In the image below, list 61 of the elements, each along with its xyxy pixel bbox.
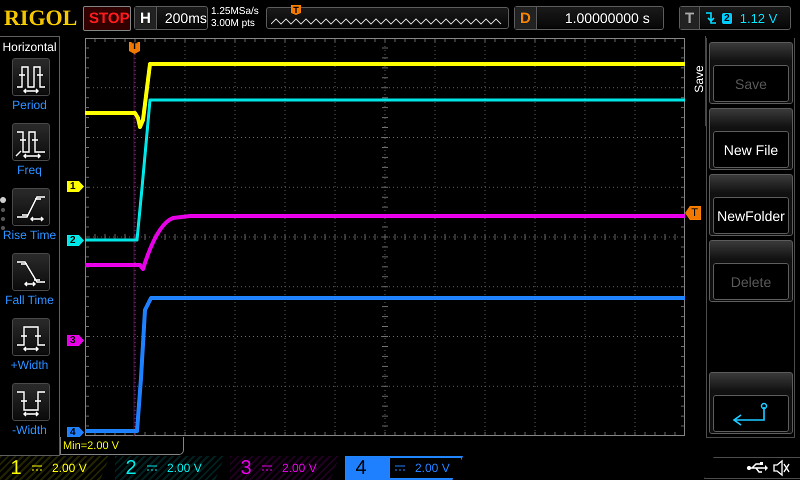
run-stop-button[interactable]: STOP [83, 6, 131, 30]
trigger-source: 2 [722, 12, 732, 24]
channel-scale: 2.00 V [282, 461, 317, 475]
timebase-display[interactable]: H 200ms [134, 6, 208, 30]
measure-button[interactable] [12, 123, 50, 161]
back-button[interactable] [709, 372, 793, 434]
falling-edge-icon [705, 11, 718, 25]
logo: RIGOL [4, 5, 78, 31]
measure-label: -Width [12, 423, 47, 437]
delay-label: D [515, 7, 537, 29]
softkey-button[interactable]: NewFolder [709, 174, 793, 236]
position-marker: T [291, 5, 301, 15]
sample-rate: 1.25MSa/s [211, 6, 260, 18]
channel-tab[interactable]: 1 2.00 V [0, 456, 110, 480]
timebase-label: H [135, 7, 157, 29]
measure-label: Rise Time [2, 228, 56, 242]
measurement-readout: Min=2.00 V [60, 437, 184, 455]
channel-number: 2 [124, 456, 138, 480]
softkey-button[interactable]: New File [709, 108, 793, 170]
measure-label: +Width [10, 358, 48, 372]
channel-marker[interactable]: 3 [67, 335, 84, 346]
channel-number: 1 [9, 456, 23, 480]
channel-tab[interactable]: 3 2.00 V [230, 456, 340, 480]
memory-depth: 3.00M pts [211, 18, 256, 30]
page-dot[interactable] [0, 197, 6, 203]
channel-scale: 2.00 V [52, 461, 87, 475]
measure-button[interactable] [12, 253, 50, 291]
speaker-muted-icon [772, 459, 790, 477]
delay-value: 1.00000000 s [564, 10, 651, 26]
trigger-position-marker[interactable]: T [129, 42, 140, 54]
channel-number: 3 [239, 456, 253, 480]
trigger-display[interactable]: T 2 1.12 V [679, 6, 791, 30]
measure-button[interactable] [12, 383, 50, 421]
measure-button[interactable] [12, 318, 50, 356]
channel-tab[interactable]: 4 2.00 V [345, 456, 463, 480]
dc-coupling-icon [32, 465, 42, 471]
page-dot[interactable] [1, 208, 5, 212]
trigger-level-marker[interactable]: T [685, 206, 701, 220]
dc-coupling-icon [262, 465, 272, 471]
channel-marker[interactable]: 1 [67, 181, 84, 192]
usb-icon [746, 462, 768, 474]
channel-marker[interactable]: 2 [67, 235, 84, 246]
measure-label: Period [12, 98, 47, 112]
measure-button[interactable] [12, 58, 50, 96]
trigger-label: T [680, 7, 700, 29]
menu-title: Save [692, 64, 706, 95]
dc-coupling-icon [395, 465, 405, 471]
trigger-level: 1.12 V [740, 10, 778, 26]
delay-display[interactable]: D 1.00000000 s [514, 6, 664, 30]
page-dot[interactable] [1, 226, 5, 230]
page-dot[interactable] [1, 217, 5, 221]
channel-marker[interactable]: 4 [67, 427, 84, 438]
measure-button[interactable] [12, 188, 50, 226]
measure-label: Freq [17, 163, 42, 177]
channel-scale: 2.00 V [167, 461, 202, 475]
channel-tab[interactable]: 2 2.00 V [115, 456, 225, 480]
dc-coupling-icon [147, 465, 157, 471]
menu-title: Horizontal [1, 39, 58, 56]
channel-number: 4 [354, 456, 368, 480]
measure-label: Fall Time [5, 293, 54, 307]
channel-scale: 2.00 V [415, 461, 450, 475]
